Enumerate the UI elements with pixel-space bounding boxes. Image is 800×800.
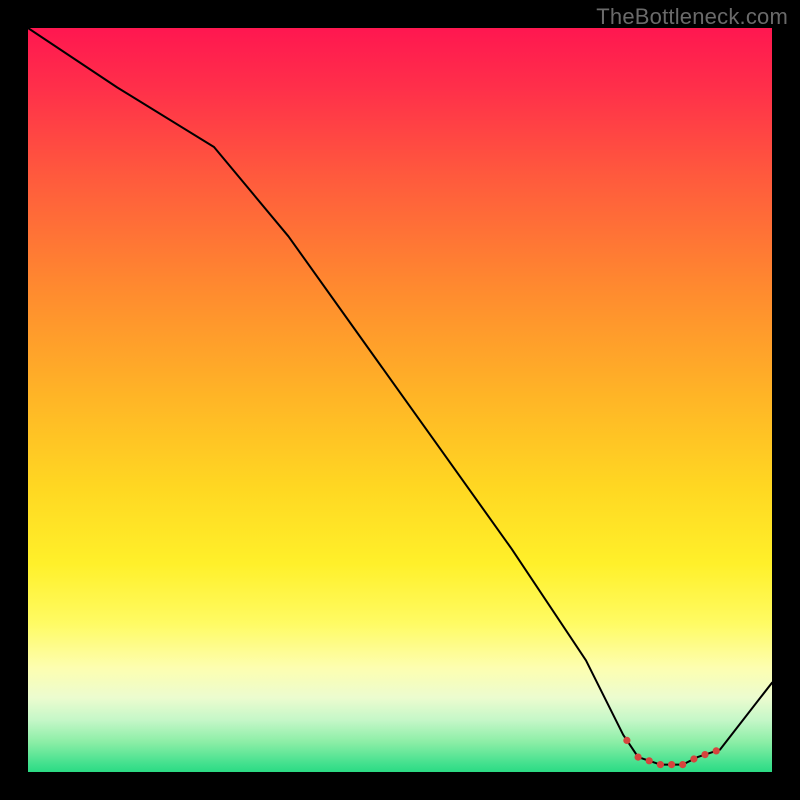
data-marker bbox=[679, 761, 686, 768]
chart-svg bbox=[28, 28, 772, 772]
data-line bbox=[28, 28, 772, 765]
data-markers bbox=[623, 737, 720, 768]
data-marker bbox=[646, 757, 653, 764]
plot-area bbox=[28, 28, 772, 772]
watermark-text: TheBottleneck.com bbox=[596, 4, 788, 30]
data-marker bbox=[690, 755, 697, 762]
chart-frame: TheBottleneck.com bbox=[0, 0, 800, 800]
data-marker bbox=[713, 747, 720, 754]
data-marker bbox=[623, 737, 630, 744]
data-marker bbox=[657, 761, 664, 768]
data-marker bbox=[668, 761, 675, 768]
data-marker bbox=[635, 754, 642, 761]
data-marker bbox=[701, 751, 708, 758]
